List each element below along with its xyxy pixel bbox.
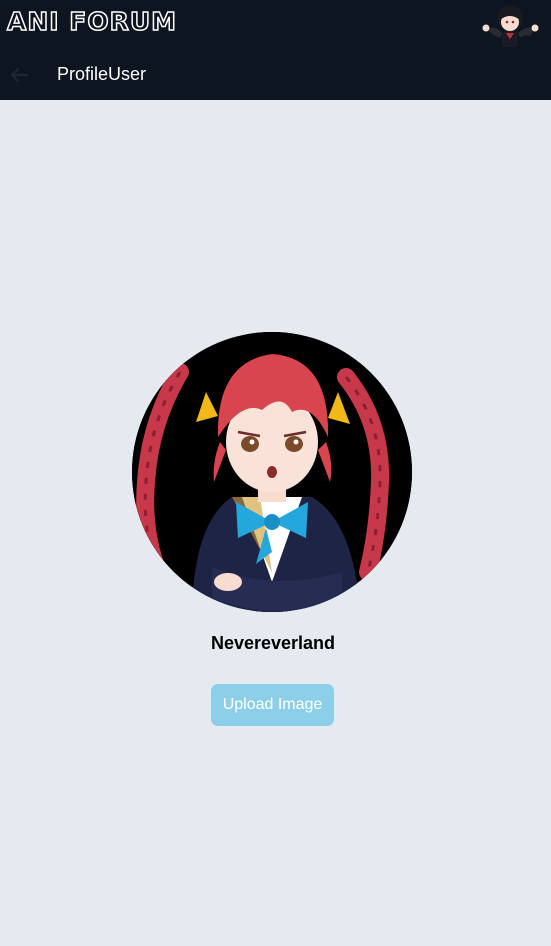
app-logo: ANI FORUM	[6, 7, 178, 37]
page-title: ProfileUser	[57, 64, 147, 84]
arrow-left-icon	[10, 67, 29, 83]
mascot-image	[482, 5, 539, 47]
back-button[interactable]	[6, 63, 32, 87]
avatar-image	[132, 332, 412, 612]
profile-avatar	[132, 332, 412, 612]
username: Nevereverland	[210, 633, 336, 653]
upload-image-button[interactable]: Upload Image	[211, 684, 334, 726]
app-header: ANI FORUM ProfileUser	[0, 0, 551, 100]
nav-row: ProfileUser	[0, 52, 551, 98]
